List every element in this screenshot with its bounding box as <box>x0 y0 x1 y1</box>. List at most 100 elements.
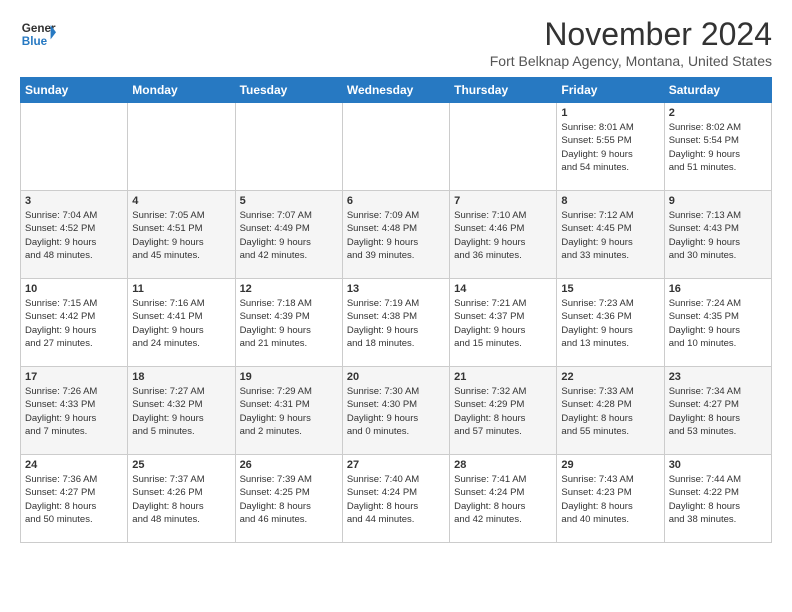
day-info: Sunrise: 7:19 AM Sunset: 4:38 PM Dayligh… <box>347 297 445 350</box>
day-info: Sunrise: 7:29 AM Sunset: 4:31 PM Dayligh… <box>240 385 338 438</box>
cell-5-7: 30 Sunrise: 7:44 AM Sunset: 4:22 PM Dayli… <box>664 455 771 543</box>
day-number: 3 <box>25 195 123 207</box>
day-info: Sunrise: 7:13 AM Sunset: 4:43 PM Dayligh… <box>669 209 767 262</box>
weekday-header-row: SundayMondayTuesdayWednesdayThursdayFrid… <box>21 78 772 103</box>
day-number: 30 <box>669 459 767 471</box>
day-number: 19 <box>240 371 338 383</box>
day-number: 8 <box>561 195 659 207</box>
day-info: Sunrise: 7:34 AM Sunset: 4:27 PM Dayligh… <box>669 385 767 438</box>
day-number: 11 <box>132 283 230 295</box>
page-header: General Blue November 2024 Fort Belknap … <box>20 16 772 69</box>
day-info: Sunrise: 7:12 AM Sunset: 4:45 PM Dayligh… <box>561 209 659 262</box>
cell-2-2: 4Sunrise: 7:05 AM Sunset: 4:51 PM Daylig… <box>128 191 235 279</box>
day-number: 20 <box>347 371 445 383</box>
day-info: Sunrise: 7:37 AM Sunset: 4:26 PM Dayligh… <box>132 473 230 526</box>
day-number: 4 <box>132 195 230 207</box>
cell-2-7: 9 Sunrise: 7:13 AM Sunset: 4:43 PM Daylig… <box>664 191 771 279</box>
cell-5-3: 26Sunrise: 7:39 AM Sunset: 4:25 PM Dayli… <box>235 455 342 543</box>
day-number: 17 <box>25 371 123 383</box>
cell-3-2: 11Sunrise: 7:16 AM Sunset: 4:41 PM Dayli… <box>128 279 235 367</box>
week-row-1: 1 Sunrise: 8:01 AM Sunset: 5:55 PM Daylig… <box>21 103 772 191</box>
svg-text:Blue: Blue <box>22 35 48 48</box>
cell-2-5: 7 Sunrise: 7:10 AM Sunset: 4:46 PM Daylig… <box>450 191 557 279</box>
title-block: November 2024 Fort Belknap Agency, Monta… <box>490 16 772 69</box>
day-number: 13 <box>347 283 445 295</box>
day-number: 1 <box>561 107 659 119</box>
cell-2-4: 6Sunrise: 7:09 AM Sunset: 4:48 PM Daylig… <box>342 191 449 279</box>
week-row-2: 3 Sunrise: 7:04 AM Sunset: 4:52 PM Daylig… <box>21 191 772 279</box>
header-saturday: Saturday <box>664 78 771 103</box>
day-info: Sunrise: 8:01 AM Sunset: 5:55 PM Dayligh… <box>561 121 659 174</box>
cell-4-7: 23 Sunrise: 7:34 AM Sunset: 4:27 PM Dayli… <box>664 367 771 455</box>
day-number: 2 <box>669 107 767 119</box>
day-number: 21 <box>454 371 552 383</box>
cell-4-4: 20 Sunrise: 7:30 AM Sunset: 4:30 PM Dayli… <box>342 367 449 455</box>
day-number: 10 <box>25 283 123 295</box>
cell-1-6: 1 Sunrise: 8:01 AM Sunset: 5:55 PM Daylig… <box>557 103 664 191</box>
day-number: 12 <box>240 283 338 295</box>
day-info: Sunrise: 7:04 AM Sunset: 4:52 PM Dayligh… <box>25 209 123 262</box>
day-number: 29 <box>561 459 659 471</box>
cell-3-3: 12 Sunrise: 7:18 AM Sunset: 4:39 PM Dayli… <box>235 279 342 367</box>
day-info: Sunrise: 7:41 AM Sunset: 4:24 PM Dayligh… <box>454 473 552 526</box>
calendar-table: SundayMondayTuesdayWednesdayThursdayFrid… <box>20 77 772 543</box>
cell-1-2 <box>128 103 235 191</box>
day-number: 9 <box>669 195 767 207</box>
header-wednesday: Wednesday <box>342 78 449 103</box>
header-friday: Friday <box>557 78 664 103</box>
week-row-3: 10 Sunrise: 7:15 AM Sunset: 4:42 PM Dayli… <box>21 279 772 367</box>
day-info: Sunrise: 7:32 AM Sunset: 4:29 PM Dayligh… <box>454 385 552 438</box>
cell-1-4 <box>342 103 449 191</box>
cell-5-4: 27Sunrise: 7:40 AM Sunset: 4:24 PM Dayli… <box>342 455 449 543</box>
cell-5-5: 28 Sunrise: 7:41 AM Sunset: 4:24 PM Dayli… <box>450 455 557 543</box>
day-info: Sunrise: 7:30 AM Sunset: 4:30 PM Dayligh… <box>347 385 445 438</box>
day-info: Sunrise: 8:02 AM Sunset: 5:54 PM Dayligh… <box>669 121 767 174</box>
day-number: 24 <box>25 459 123 471</box>
day-info: Sunrise: 7:26 AM Sunset: 4:33 PM Dayligh… <box>25 385 123 438</box>
header-thursday: Thursday <box>450 78 557 103</box>
day-info: Sunrise: 7:21 AM Sunset: 4:37 PM Dayligh… <box>454 297 552 350</box>
day-number: 25 <box>132 459 230 471</box>
cell-3-5: 14 Sunrise: 7:21 AM Sunset: 4:37 PM Dayli… <box>450 279 557 367</box>
cell-5-6: 29 Sunrise: 7:43 AM Sunset: 4:23 PM Dayli… <box>557 455 664 543</box>
header-tuesday: Tuesday <box>235 78 342 103</box>
cell-1-3 <box>235 103 342 191</box>
day-info: Sunrise: 7:43 AM Sunset: 4:23 PM Dayligh… <box>561 473 659 526</box>
day-info: Sunrise: 7:44 AM Sunset: 4:22 PM Dayligh… <box>669 473 767 526</box>
day-number: 7 <box>454 195 552 207</box>
logo-icon: General Blue <box>20 16 56 52</box>
day-info: Sunrise: 7:10 AM Sunset: 4:46 PM Dayligh… <box>454 209 552 262</box>
cell-4-6: 22 Sunrise: 7:33 AM Sunset: 4:28 PM Dayli… <box>557 367 664 455</box>
header-sunday: Sunday <box>21 78 128 103</box>
day-info: Sunrise: 7:15 AM Sunset: 4:42 PM Dayligh… <box>25 297 123 350</box>
day-number: 28 <box>454 459 552 471</box>
day-info: Sunrise: 7:27 AM Sunset: 4:32 PM Dayligh… <box>132 385 230 438</box>
cell-2-1: 3 Sunrise: 7:04 AM Sunset: 4:52 PM Daylig… <box>21 191 128 279</box>
day-info: Sunrise: 7:18 AM Sunset: 4:39 PM Dayligh… <box>240 297 338 350</box>
day-number: 22 <box>561 371 659 383</box>
month-title: November 2024 <box>490 16 772 53</box>
cell-1-7: 2 Sunrise: 8:02 AM Sunset: 5:54 PM Daylig… <box>664 103 771 191</box>
day-info: Sunrise: 7:39 AM Sunset: 4:25 PM Dayligh… <box>240 473 338 526</box>
cell-3-6: 15Sunrise: 7:23 AM Sunset: 4:36 PM Dayli… <box>557 279 664 367</box>
day-info: Sunrise: 7:24 AM Sunset: 4:35 PM Dayligh… <box>669 297 767 350</box>
cell-3-1: 10 Sunrise: 7:15 AM Sunset: 4:42 PM Dayli… <box>21 279 128 367</box>
cell-3-4: 13 Sunrise: 7:19 AM Sunset: 4:38 PM Dayli… <box>342 279 449 367</box>
cell-1-1 <box>21 103 128 191</box>
cell-4-3: 19 Sunrise: 7:29 AM Sunset: 4:31 PM Dayli… <box>235 367 342 455</box>
cell-1-5 <box>450 103 557 191</box>
cell-4-1: 17 Sunrise: 7:26 AM Sunset: 4:33 PM Dayli… <box>21 367 128 455</box>
day-number: 14 <box>454 283 552 295</box>
day-number: 23 <box>669 371 767 383</box>
week-row-5: 24Sunrise: 7:36 AM Sunset: 4:27 PM Dayli… <box>21 455 772 543</box>
day-info: Sunrise: 7:09 AM Sunset: 4:48 PM Dayligh… <box>347 209 445 262</box>
cell-2-3: 5Sunrise: 7:07 AM Sunset: 4:49 PM Daylig… <box>235 191 342 279</box>
day-info: Sunrise: 7:07 AM Sunset: 4:49 PM Dayligh… <box>240 209 338 262</box>
week-row-4: 17 Sunrise: 7:26 AM Sunset: 4:33 PM Dayli… <box>21 367 772 455</box>
logo: General Blue <box>20 16 56 52</box>
cell-4-5: 21 Sunrise: 7:32 AM Sunset: 4:29 PM Dayli… <box>450 367 557 455</box>
header-monday: Monday <box>128 78 235 103</box>
cell-2-6: 8 Sunrise: 7:12 AM Sunset: 4:45 PM Daylig… <box>557 191 664 279</box>
day-info: Sunrise: 7:33 AM Sunset: 4:28 PM Dayligh… <box>561 385 659 438</box>
day-number: 16 <box>669 283 767 295</box>
